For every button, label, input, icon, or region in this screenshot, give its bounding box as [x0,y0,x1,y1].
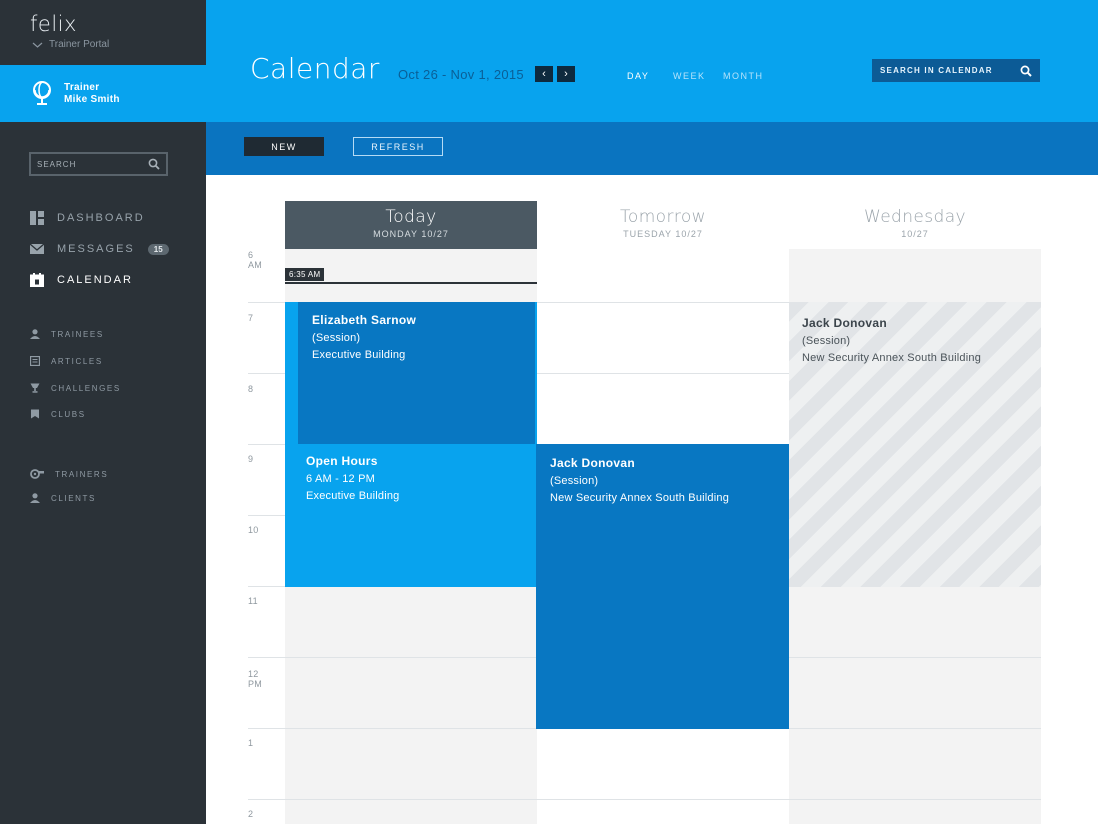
day-date: TUESDAY 10/27 [623,229,703,239]
event-elizabeth-sarnow[interactable]: Elizabeth Sarnow (Session) Executive Bui… [298,302,535,444]
sidebar-item-label: ARTICLES [51,356,103,366]
day-header-today[interactable]: Today MONDAY 10/27 [285,201,537,249]
chevron-down-icon [32,42,43,48]
search-icon[interactable] [1020,65,1032,77]
sidebar-item-articles[interactable]: ARTICLES [30,354,103,368]
event-type: (Session) [312,332,361,344]
globe-icon [33,81,51,105]
hour-label-2: 2 [248,809,254,819]
calendar-grid: Today MONDAY 10/27 Tomorrow TUESDAY 10/2… [206,175,1098,824]
next-week-button[interactable]: › [557,66,575,82]
calendar-search[interactable] [872,59,1040,82]
hour-label-1: 1 [248,738,254,748]
calendar-search-input[interactable] [880,66,1010,75]
date-range: Oct 26 - Nov 1, 2015 [398,67,524,82]
event-title: Elizabeth Sarnow [312,313,417,327]
toolbar: NEW REFRESH [206,122,1098,175]
event-time: 6 AM - 12 PM [306,473,376,485]
unread-badge: 15 [147,243,169,255]
hour-label-9: 9 [248,454,254,464]
tab-week[interactable]: WEEK [673,71,706,81]
current-time-tag: 6:35 AM [285,268,325,281]
sidebar-item-label: MESSAGES [57,243,135,255]
sidebar-item-label: CLUBS [51,409,86,419]
calendar-icon [30,273,44,287]
event-jack-donovan-tentative[interactable]: Jack Donovan (Session) New Security Anne… [789,302,1041,587]
event-type: (Session) [550,475,599,487]
person-icon [30,329,40,339]
search-icon[interactable] [148,158,160,170]
day-header-wednesday[interactable]: Wednesday 10/27 [789,201,1041,249]
hour-label-8: 8 [248,384,254,394]
tab-day[interactable]: DAY [627,71,649,81]
sidebar-search-input[interactable] [37,159,137,169]
person-icon [30,493,40,503]
sidebar-item-dashboard[interactable]: DASHBOARD [30,209,145,227]
event-location: Executive Building [312,349,406,361]
chevron-left-icon: ‹ [542,68,546,80]
app-logo[interactable]: felix [30,12,77,36]
day-date: MONDAY 10/27 [373,229,449,239]
new-event-button[interactable]: NEW [244,137,324,156]
day-header-tomorrow[interactable]: Tomorrow TUESDAY 10/27 [537,201,789,249]
hour-label-6am: 6 AM [248,250,263,270]
sidebar-item-label: CALENDAR [57,274,133,286]
event-title: Open Hours [306,454,378,468]
event-location: New Security Annex South Building [550,492,730,504]
page-title: Calendar [250,52,380,85]
hour-label-11: 11 [248,596,258,606]
trophy-icon [30,383,40,393]
dashboard-icon [30,211,44,225]
sidebar-item-label: DASHBOARD [57,212,145,224]
sidebar-item-label: TRAINERS [55,469,109,479]
brand: felix Trainer Portal [0,0,206,65]
day-name: Tomorrow [620,207,706,227]
sidebar: felix Trainer Portal Trainer Mike Smith … [0,0,206,824]
refresh-button[interactable]: REFRESH [353,137,443,156]
event-title: Jack Donovan [550,456,635,470]
event-location: Executive Building [306,490,400,502]
sidebar-item-label: TRAINEES [51,329,104,339]
trainer-name: Mike Smith [64,94,120,105]
trainer-role: Trainer [64,82,100,93]
prev-week-button[interactable]: ‹ [535,66,553,82]
event-type: (Session) [802,335,851,347]
sidebar-item-trainers[interactable]: TRAINERS [30,467,108,481]
tab-month[interactable]: MONTH [723,71,764,81]
event-location: New Security Annex South Building [802,352,982,364]
event-title: Jack Donovan [802,316,887,330]
sidebar-item-trainees[interactable]: TRAINEES [30,327,104,341]
sidebar-item-messages[interactable]: MESSAGES 15 [30,240,169,258]
portal-name: Trainer Portal [49,39,110,50]
whistle-icon [30,469,44,479]
hour-label-10: 10 [248,525,259,535]
event-jack-donovan[interactable]: Jack Donovan (Session) New Security Anne… [536,444,789,729]
hour-divider [248,799,1041,800]
sidebar-item-clients[interactable]: CLIENTS [30,491,96,505]
portal-switcher[interactable]: Trainer Portal [32,39,109,50]
envelope-icon [30,243,44,254]
hour-label-7: 7 [248,313,254,323]
chevron-right-icon: › [564,68,568,80]
flag-icon [31,409,39,419]
sidebar-item-clubs[interactable]: CLUBS [30,407,86,421]
trainer-profile[interactable]: Trainer Mike Smith [0,65,206,122]
hour-label-12pm: 12 PM [248,669,263,689]
article-icon [30,356,40,366]
sidebar-search[interactable] [29,152,168,176]
sidebar-item-challenges[interactable]: CHALLENGES [30,381,121,395]
sidebar-item-label: CHALLENGES [51,383,121,393]
day-date: 10/27 [901,229,929,239]
day-name: Wednesday [863,207,967,227]
sidebar-item-calendar[interactable]: CALENDAR [30,271,133,289]
day-name: Today [385,207,437,227]
sidebar-item-label: CLIENTS [51,493,96,503]
header: Calendar Oct 26 - Nov 1, 2015 ‹ › DAY WE… [206,0,1098,122]
current-time-indicator [285,282,537,284]
